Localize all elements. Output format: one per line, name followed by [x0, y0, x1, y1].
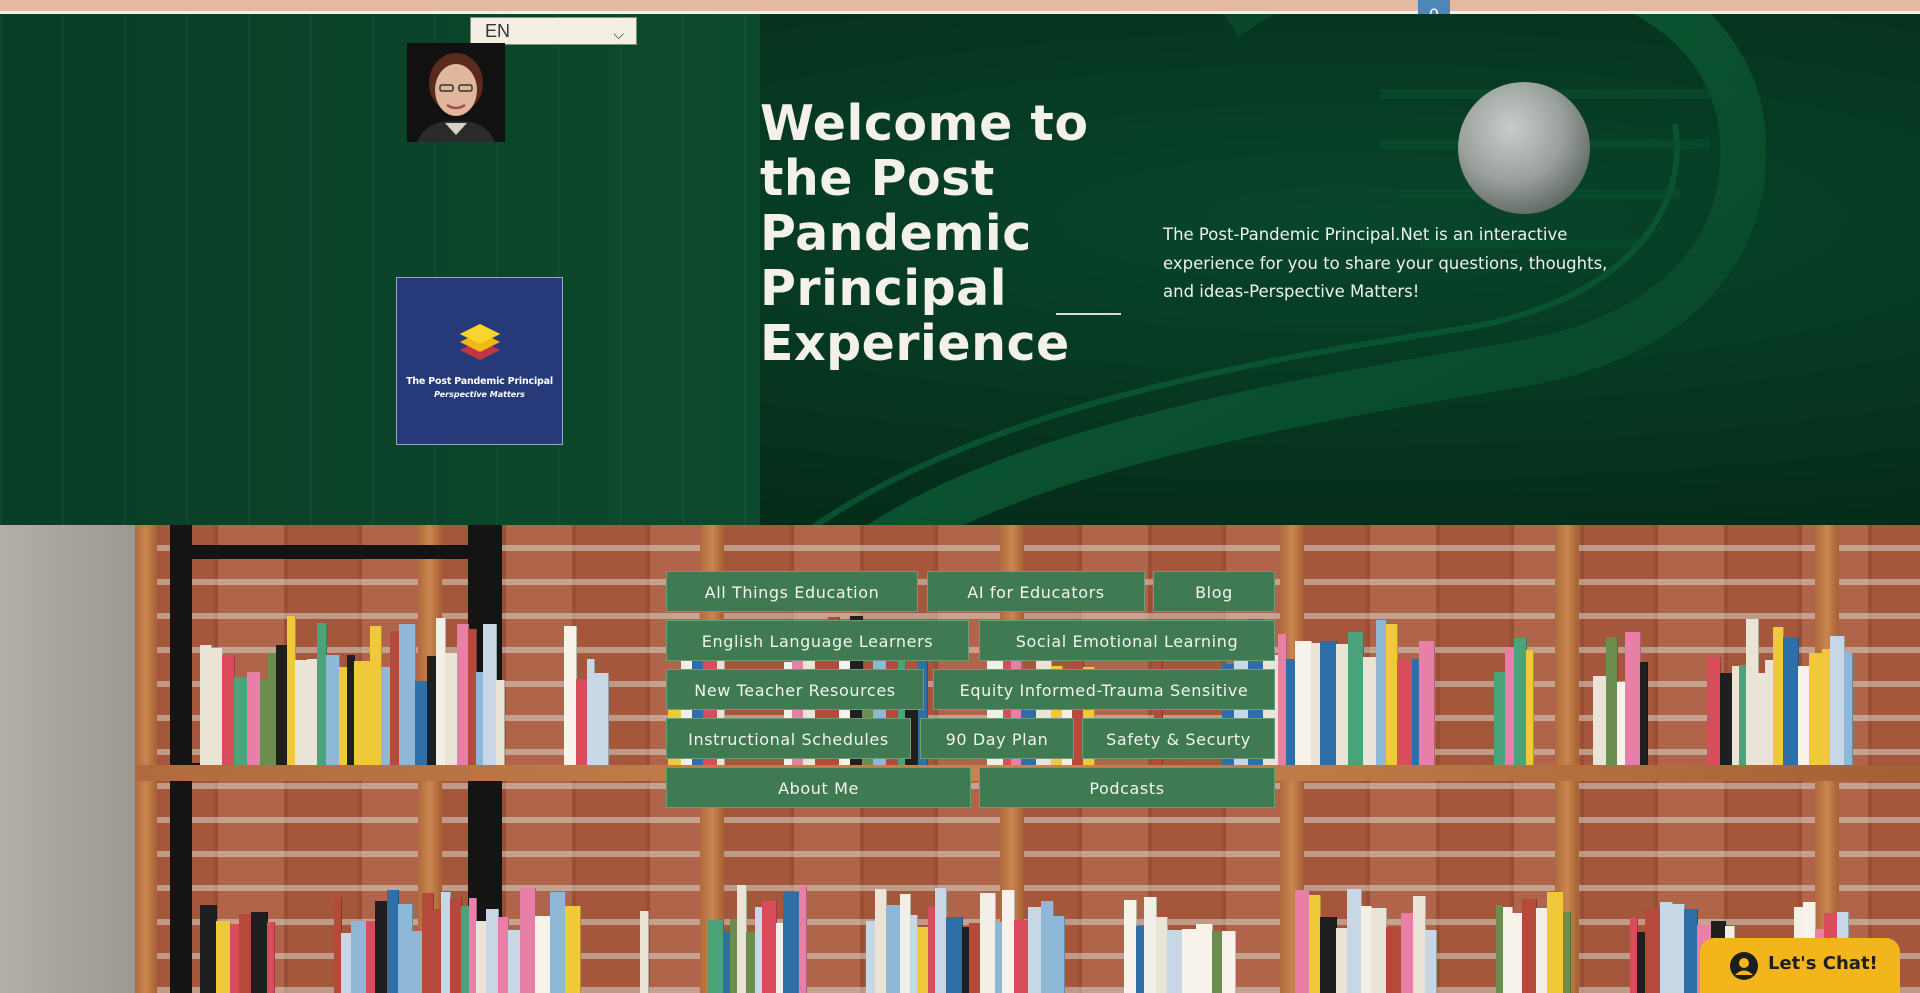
nav-instructional-schedules[interactable]: Instructional Schedules: [666, 718, 911, 759]
book-spine: [1707, 657, 1721, 765]
book-spine: [234, 677, 248, 765]
book-spine: [1809, 653, 1823, 765]
book-spine: [1645, 909, 1661, 993]
book-spine: [565, 906, 581, 993]
book-spine: [1014, 919, 1029, 993]
book-spine: [535, 915, 551, 993]
book-spine: [1783, 637, 1799, 765]
site-logo[interactable]: The Post Pandemic Principal Perspective …: [396, 277, 563, 445]
language-select[interactable]: EN ⌵: [470, 17, 637, 45]
nav-equity-informed-trauma-sensitive[interactable]: Equity Informed-Trauma Sensitive: [933, 669, 1275, 710]
book-spine: [1196, 923, 1213, 993]
book-spine: [1295, 889, 1310, 993]
book-spine: [520, 887, 536, 993]
book-spine: [1053, 915, 1065, 993]
book-spine: [1419, 641, 1435, 765]
book-spine: [1830, 635, 1845, 765]
book-spine: [640, 911, 649, 993]
hero-stripes-background: [0, 14, 760, 525]
book-spine: [267, 921, 275, 993]
book-spine: [1386, 927, 1402, 993]
hero-description: The Post-Pandemic Principal.Net is an in…: [1163, 225, 1608, 301]
book-spine: [1684, 908, 1698, 993]
book-spine: [1028, 907, 1042, 993]
nav-90-day-plan[interactable]: 90 Day Plan: [920, 718, 1074, 759]
book-spine: [496, 679, 505, 765]
book-spine: [1347, 888, 1362, 993]
book-spine: [1371, 908, 1387, 993]
book-spine: [980, 893, 996, 993]
decorative-sphere: [1458, 82, 1590, 214]
book-spine: [399, 624, 416, 765]
hero-title: Welcome to the Post Pandemic Principal E…: [760, 95, 1089, 372]
book-spine: [1348, 632, 1364, 765]
language-selected-value: EN: [485, 21, 511, 41]
book-spine: [1425, 930, 1437, 993]
profile-photo: [407, 43, 505, 142]
top-bar: [0, 0, 1920, 14]
book-spine: [351, 921, 367, 993]
logo-title: The Post Pandemic Principal: [406, 376, 553, 387]
nav-social-emotional-learning[interactable]: Social Emotional Learning: [979, 620, 1275, 661]
chat-label: Let's Chat!: [1768, 953, 1878, 974]
book-spine: [1547, 891, 1564, 993]
book-spine: [708, 919, 724, 993]
book-spine: [783, 891, 800, 993]
nav-new-teacher-resources[interactable]: New Teacher Resources: [666, 669, 924, 710]
book-spine: [354, 660, 371, 765]
book-spine: [1320, 641, 1337, 765]
nav-safety-security[interactable]: Safety & Securty: [1082, 718, 1275, 759]
book-spine: [200, 904, 217, 993]
nav-english-language-learners[interactable]: English Language Learners: [666, 620, 969, 661]
book-spine: [247, 671, 261, 765]
book-spine: [550, 891, 566, 993]
book-spine: [1167, 929, 1183, 993]
book-spine: [1526, 649, 1534, 765]
nav-about-me[interactable]: About Me: [666, 767, 971, 808]
book-spine: [398, 903, 413, 993]
book-spine: [1363, 656, 1377, 765]
book-spine: [1397, 659, 1413, 765]
title-divider: [1056, 313, 1121, 315]
book-spine: [1222, 930, 1236, 993]
book-spine: [1320, 917, 1337, 993]
hero-section: Welcome to the Post Pandemic Principal E…: [0, 14, 1920, 525]
nav-blog[interactable]: Blog: [1153, 571, 1275, 612]
book-spine: [799, 886, 807, 993]
book-spine: [1522, 899, 1537, 993]
book-spine: [886, 905, 901, 993]
chevron-down-icon: ⌵: [613, 26, 624, 42]
concrete-wall: [0, 525, 150, 993]
book-spine: [1593, 675, 1607, 765]
book-spine: [946, 917, 963, 993]
user-avatar-icon: [1730, 952, 1758, 980]
book-spine: [1625, 631, 1641, 765]
book-spine: [1295, 640, 1312, 765]
book-spine: [1563, 911, 1571, 993]
stacked-layers-icon: [460, 324, 500, 360]
lets-chat-button[interactable]: Let's Chat!: [1700, 938, 1900, 993]
nav-all-things-education[interactable]: All Things Education: [666, 571, 918, 612]
nav-podcasts[interactable]: Podcasts: [979, 767, 1275, 808]
book-spine: [1640, 661, 1648, 765]
book-spine: [216, 920, 231, 993]
books-row-lower: [200, 885, 1900, 993]
book-spine: [1182, 929, 1197, 993]
nav-ai-for-educators[interactable]: AI for Educators: [927, 571, 1145, 612]
book-spine: [1844, 651, 1853, 765]
book-spine: [483, 623, 497, 765]
book-spine: [251, 912, 268, 993]
book-spine: [594, 673, 609, 765]
book-spine: [762, 901, 777, 993]
logo-subtitle: Perspective Matters: [434, 390, 525, 399]
book-spine: [326, 655, 340, 765]
